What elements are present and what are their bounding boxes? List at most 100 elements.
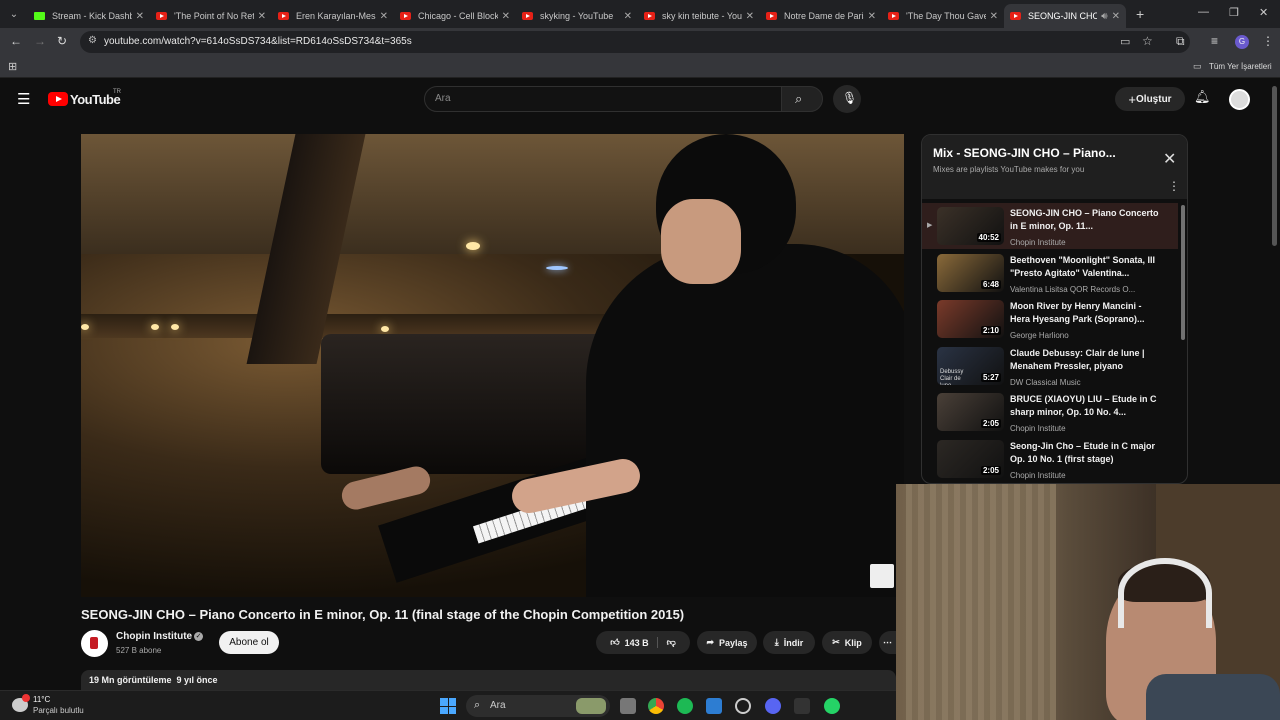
duration-badge: 5:27	[980, 372, 1001, 382]
channel-name[interactable]: Chopin Institute	[116, 631, 192, 642]
mix-list-item[interactable]: ▶ 40:52 SEONG-JIN CHO – Piano Concerto in …	[922, 203, 1178, 249]
maximize-icon[interactable]: ❐	[1229, 6, 1239, 19]
thumbs-down-icon[interactable]: 👎︎	[663, 637, 676, 648]
tab-close-icon[interactable]: ✕	[258, 11, 266, 22]
cast-icon[interactable]: ▭	[1120, 35, 1130, 48]
tab-close-icon[interactable]: ✕	[1112, 11, 1120, 22]
page-scrollbar[interactable]	[1272, 86, 1277, 246]
share-button[interactable]: ➦ Paylaş	[697, 631, 757, 654]
mix-item-title: Seong-Jin Cho – Etude in C major Op. 10 …	[1010, 441, 1156, 464]
task-view-icon[interactable]	[620, 698, 636, 714]
description-box[interactable]: 19 Mn görüntüleme 9 yıl önce	[81, 670, 896, 692]
mix-item-thumbnail[interactable]: 2:05	[937, 393, 1004, 432]
profile-avatar[interactable]: G	[1235, 35, 1249, 49]
notifications-bell-icon[interactable]: 🔔︎	[1194, 89, 1211, 105]
store-icon[interactable]	[706, 698, 722, 714]
tab-search-icon[interactable]: ⌄	[0, 0, 28, 28]
mix-item-thumbnail[interactable]: 40:52	[937, 207, 1004, 245]
mix-item-title: Moon River by Henry Mancini - Hera Hyesa…	[1010, 301, 1145, 325]
browser-menu-icon[interactable]: ⋮	[1262, 34, 1274, 48]
obs-icon[interactable]	[735, 698, 751, 714]
url-text[interactable]: youtube.com/watch?v=614oSsDS734&list=RD6…	[104, 36, 412, 47]
tab-close-icon[interactable]: ✕	[868, 11, 876, 22]
spotify-icon[interactable]	[677, 698, 693, 714]
site-info-icon[interactable]: ⚙	[88, 35, 97, 46]
youtube-logo-icon[interactable]	[48, 92, 68, 106]
youtube-favicon-icon	[1010, 12, 1021, 20]
clip-button[interactable]: ✂ Klip	[822, 631, 872, 654]
all-bookmarks-link[interactable]: Tüm Yer İşaretleri	[1209, 62, 1272, 71]
apps-grid-icon[interactable]: ⊞	[8, 60, 17, 73]
account-avatar[interactable]	[1229, 89, 1250, 110]
browser-tab[interactable]: Notre Dame de Paris ✕	[760, 4, 882, 28]
mix-item-thumbnail[interactable]: Debussy Clair de lune 5:27	[937, 346, 1004, 385]
subscribe-button[interactable]: Abone ol	[219, 631, 279, 654]
browser-tab[interactable]: 'The Point of No Return' ✕	[150, 4, 272, 28]
voice-search-button[interactable]: 🎙	[833, 85, 861, 113]
mix-list-item[interactable]: 2:10 Moon River by Henry Mancini - Hera H…	[922, 296, 1178, 342]
channel-avatar[interactable]	[81, 630, 108, 657]
reload-icon[interactable]: ↻	[57, 34, 67, 48]
chrome-icon[interactable]	[648, 698, 664, 714]
thumbnail-text: Debussy Clair de lune	[940, 368, 964, 385]
media-control-icon[interactable]: ≡	[1211, 34, 1218, 48]
video-frame-light	[171, 324, 179, 330]
whatsapp-icon[interactable]	[824, 698, 840, 714]
extensions-icon[interactable]: ⧉	[1176, 34, 1185, 49]
browser-tab[interactable]: SEONG-JIN CHO 🔊︎ ✕	[1004, 4, 1126, 28]
mix-list-item[interactable]: 2:05 Seong-Jin Cho – Etude in C major Op.…	[922, 436, 1178, 482]
mix-list-item[interactable]: 2:05 BRUCE (XIAOYU) LIU – Etude in C shar…	[922, 389, 1178, 435]
forward-icon[interactable]: →	[34, 34, 46, 48]
browser-tab[interactable]: Stream - Kick Dashboard ✕	[28, 4, 150, 28]
weather-temperature[interactable]: 11°C	[33, 695, 50, 704]
omnibox[interactable]: ⚙ youtube.com/watch?v=614oSsDS734&list=R…	[80, 31, 1190, 53]
hamburger-menu-icon[interactable]: ☰	[17, 90, 30, 108]
windows-start-icon[interactable]	[440, 698, 456, 714]
weather-description[interactable]: Parçalı bulutlu	[33, 706, 84, 715]
browser-tab[interactable]: sky kin teibute - YouTube ✕	[638, 4, 760, 28]
tab-close-icon[interactable]: ✕	[990, 11, 998, 22]
duration-badge: 2:05	[980, 466, 1001, 475]
browser-tab[interactable]: skyking - YouTube ✕	[516, 4, 638, 28]
tab-close-icon[interactable]: ✕	[502, 11, 510, 22]
taskbar-search[interactable]: ⌕ Ara	[466, 695, 610, 717]
download-button[interactable]: ⤓ İndir	[763, 631, 815, 654]
minimize-icon[interactable]: —	[1198, 6, 1209, 18]
like-dislike-group: 👍︎ 143 B 👎︎	[596, 631, 690, 654]
youtube-favicon-icon	[644, 12, 655, 20]
new-tab-icon[interactable]: +	[1136, 6, 1144, 22]
mix-scrollbar[interactable]	[1181, 205, 1185, 340]
windows-taskbar: 11°C Parçalı bulutlu ⌕ Ara	[0, 690, 896, 720]
mix-list-item[interactable]: Debussy Clair de lune 5:27 Claude Debussy:…	[922, 343, 1178, 389]
video-player[interactable]	[81, 134, 904, 597]
create-button[interactable]: + Oluştur	[1115, 87, 1185, 111]
tab-close-icon[interactable]: ✕	[624, 11, 632, 22]
tab-close-icon[interactable]: ✕	[746, 11, 754, 22]
more-options-icon[interactable]: ⋮	[1168, 179, 1180, 193]
youtube-favicon-icon	[278, 12, 289, 20]
tab-close-icon[interactable]: ✕	[380, 11, 388, 22]
mix-item-channel: Valentina Lisitsa QOR Records O...	[1010, 284, 1136, 294]
discord-icon[interactable]	[765, 698, 781, 714]
more-actions-button[interactable]: ⋯	[879, 631, 896, 654]
mix-list-item[interactable]: 6:48 Beethoven "Moonlight" Sonata, III "P…	[922, 250, 1178, 296]
bookmark-star-icon[interactable]: ☆	[1142, 34, 1153, 48]
mix-title[interactable]: Mix - SEONG-JIN CHO – Piano...	[933, 146, 1116, 160]
browser-tab[interactable]: Eren Karayılan-Mesaj ✕	[272, 4, 394, 28]
youtube-favicon-icon	[888, 12, 899, 20]
back-icon[interactable]: ←	[10, 34, 22, 48]
close-icon[interactable]: ✕	[1163, 149, 1176, 169]
close-window-icon[interactable]: ✕	[1259, 6, 1268, 19]
search-input[interactable]: Ara	[424, 86, 782, 112]
mix-item-thumbnail[interactable]: 2:05	[937, 440, 1004, 478]
browser-tab[interactable]: 'The Day Thou Gavest' ✕	[882, 4, 1004, 28]
tab-audio-icon[interactable]: 🔊︎	[1101, 11, 1107, 22]
mix-item-thumbnail[interactable]: 2:10	[937, 300, 1004, 339]
epic-games-icon[interactable]	[794, 698, 810, 714]
mix-item-thumbnail[interactable]: 6:48	[937, 253, 1004, 292]
browser-tab[interactable]: Chicago - Cell Block Tango ✕	[394, 4, 516, 28]
search-button[interactable]: ⌕	[781, 86, 823, 112]
tab-close-icon[interactable]: ✕	[136, 11, 144, 22]
thumbs-up-icon: 👍︎	[610, 637, 620, 647]
like-button[interactable]: 👍︎ 143 B	[610, 637, 658, 648]
